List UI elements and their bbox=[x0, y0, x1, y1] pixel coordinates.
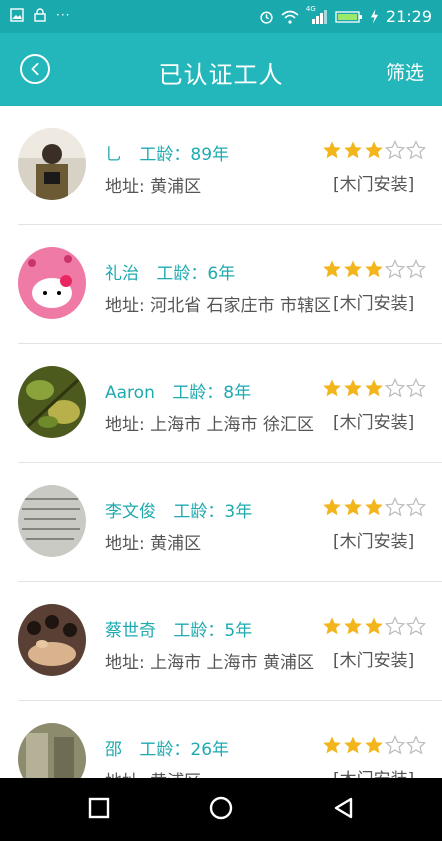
signal-icon: 4G bbox=[306, 5, 328, 25]
worker-category: [木门安装] bbox=[333, 532, 415, 552]
worker-list: 乚 工龄：89年 地址: 黄浦区 [木门安装] 礼治 工龄：6年 地址: 河北省… bbox=[0, 106, 442, 820]
star-empty-icon bbox=[406, 140, 426, 160]
age-value: 5年 bbox=[224, 621, 253, 641]
star-filled-icon bbox=[323, 736, 341, 754]
star-empty-icon bbox=[385, 378, 405, 398]
filter-button[interactable]: 筛选 bbox=[386, 58, 424, 85]
status-bar: ··· 4G 21:29 bbox=[0, 0, 442, 33]
rating-stars bbox=[322, 616, 426, 636]
worker-name: 李文俊 bbox=[105, 502, 156, 522]
system-nav-bar bbox=[0, 778, 442, 841]
age-label: 工龄： bbox=[172, 383, 224, 403]
worker-category: [木门安装] bbox=[333, 294, 415, 314]
age-label: 工龄： bbox=[139, 145, 191, 165]
star-filled-icon bbox=[365, 498, 383, 516]
age-value: 3年 bbox=[224, 502, 253, 522]
avatar bbox=[18, 366, 86, 438]
star-filled-icon bbox=[365, 260, 383, 278]
avatar bbox=[18, 247, 86, 319]
star-empty-icon bbox=[406, 616, 426, 636]
worker-row[interactable]: Aaron 工龄：8年 地址: 上海市 上海市 徐汇区 [木门安装] bbox=[0, 344, 442, 463]
star-filled-icon bbox=[323, 617, 341, 635]
avatar bbox=[18, 604, 86, 676]
star-empty-icon bbox=[385, 735, 405, 755]
star-empty-icon bbox=[406, 735, 426, 755]
star-filled-icon bbox=[344, 498, 362, 516]
header-bar: 已认证工人 筛选 bbox=[0, 33, 442, 106]
star-empty-icon bbox=[406, 378, 426, 398]
age-label: 工龄： bbox=[173, 621, 225, 641]
star-filled-icon bbox=[344, 617, 362, 635]
worker-row[interactable]: 蔡世奇 工龄：5年 地址: 上海市 上海市 黄浦区 [木门安装] bbox=[0, 582, 442, 701]
lock-icon bbox=[34, 8, 46, 22]
rating-stars bbox=[322, 497, 426, 517]
wifi-icon bbox=[281, 10, 299, 24]
age-label: 工龄： bbox=[156, 264, 208, 284]
worker-address: 地址: 上海市 上海市 黄浦区 bbox=[105, 653, 314, 673]
alarm-icon bbox=[260, 11, 273, 24]
worker-name-line: 礼治 工龄：6年 bbox=[105, 259, 235, 284]
age-label: 工龄： bbox=[139, 740, 191, 760]
star-filled-icon bbox=[323, 379, 341, 397]
star-filled-icon bbox=[344, 260, 362, 278]
back-triangle-icon[interactable] bbox=[333, 797, 355, 819]
star-empty-icon bbox=[406, 259, 426, 279]
charging-icon bbox=[370, 9, 378, 24]
avatar bbox=[18, 128, 86, 200]
rating-stars bbox=[322, 378, 426, 398]
worker-name-line: 蔡世奇 工龄：5年 bbox=[105, 616, 252, 641]
rating-stars bbox=[322, 140, 426, 160]
rating-stars bbox=[322, 735, 426, 755]
worker-row[interactable]: 礼治 工龄：6年 地址: 河北省 石家庄市 市辖区 [木门安装] bbox=[0, 225, 442, 344]
age-value: 8年 bbox=[223, 383, 252, 403]
page-title: 已认证工人 bbox=[158, 61, 284, 89]
clock: 21:29 bbox=[385, 7, 432, 26]
worker-category: [木门安装] bbox=[333, 413, 415, 433]
star-filled-icon bbox=[323, 498, 341, 516]
worker-name: 礼治 bbox=[105, 264, 139, 284]
star-filled-icon bbox=[323, 141, 341, 159]
home-circle-icon[interactable] bbox=[209, 796, 233, 820]
age-label: 工龄： bbox=[173, 502, 225, 522]
star-filled-icon bbox=[344, 736, 362, 754]
worker-row[interactable]: 李文俊 工龄：3年 地址: 黄浦区 [木门安装] bbox=[0, 463, 442, 582]
star-empty-icon bbox=[385, 259, 405, 279]
star-filled-icon bbox=[365, 617, 383, 635]
recents-square-icon[interactable] bbox=[88, 797, 110, 819]
worker-name-line: 李文俊 工龄：3年 bbox=[105, 497, 252, 522]
star-filled-icon bbox=[365, 736, 383, 754]
worker-category: [木门安装] bbox=[333, 651, 415, 671]
star-empty-icon bbox=[385, 616, 405, 636]
rating-stars bbox=[322, 259, 426, 279]
worker-name: 邵 bbox=[105, 740, 122, 760]
worker-address: 地址: 上海市 上海市 徐汇区 bbox=[105, 415, 314, 435]
worker-address: 地址: 黄浦区 bbox=[105, 534, 202, 554]
worker-row[interactable]: 乚 工龄：89年 地址: 黄浦区 [木门安装] bbox=[0, 106, 442, 225]
age-value: 89年 bbox=[190, 145, 230, 165]
star-filled-icon bbox=[344, 141, 362, 159]
star-filled-icon bbox=[365, 141, 383, 159]
star-filled-icon bbox=[365, 379, 383, 397]
worker-address: 地址: 河北省 石家庄市 市辖区 bbox=[105, 296, 331, 316]
worker-address: 地址: 黄浦区 bbox=[105, 177, 202, 197]
age-value: 26年 bbox=[190, 740, 230, 760]
worker-name-line: 邵 工龄：26年 bbox=[105, 735, 229, 760]
star-empty-icon bbox=[385, 497, 405, 517]
worker-name: 乚 bbox=[105, 145, 122, 165]
star-empty-icon bbox=[406, 497, 426, 517]
star-empty-icon bbox=[385, 140, 405, 160]
worker-name: Aaron bbox=[105, 383, 155, 403]
worker-name-line: Aaron 工龄：8年 bbox=[105, 378, 251, 403]
age-value: 6年 bbox=[207, 264, 236, 284]
worker-name: 蔡世奇 bbox=[105, 621, 156, 641]
worker-category: [木门安装] bbox=[333, 175, 415, 195]
star-filled-icon bbox=[344, 379, 362, 397]
star-filled-icon bbox=[323, 260, 341, 278]
battery-icon bbox=[335, 10, 362, 23]
worker-name-line: 乚 工龄：89年 bbox=[105, 140, 229, 165]
avatar bbox=[18, 485, 86, 557]
gallery-icon bbox=[10, 8, 24, 22]
more-dots-icon: ··· bbox=[56, 8, 71, 22]
